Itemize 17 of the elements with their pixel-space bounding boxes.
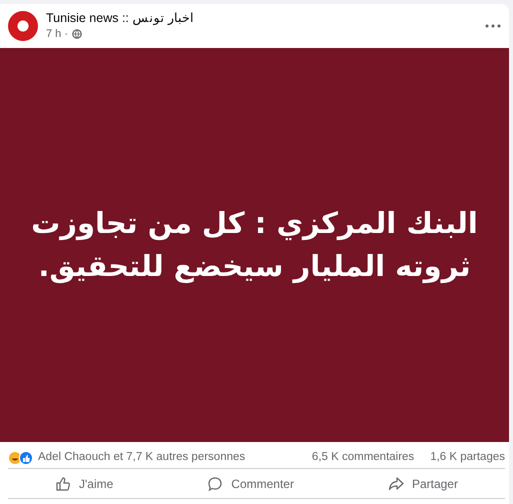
comment-button[interactable]: Commenter (197, 472, 304, 494)
reaction-icons (8, 451, 34, 465)
page-avatar[interactable] (8, 11, 38, 41)
reactions-summary[interactable]: Adel Chaouch et 7,7 K autres personnes (38, 449, 312, 467)
comments-count[interactable]: 6,5 K commentaires (312, 449, 414, 467)
globe-icon (72, 29, 82, 39)
image-caption-line: ثروته المليار سيخضع للتحقيق. (37, 248, 472, 286)
post-time[interactable]: 7 h · (46, 26, 68, 42)
like-icon (54, 476, 71, 492)
comment-icon (207, 476, 224, 492)
shares-count[interactable]: 1,6 K partages (430, 449, 505, 467)
share-icon (388, 476, 404, 492)
like-button[interactable]: J'aime (44, 472, 124, 494)
image-caption-line: البنك المركزي : كل من تجاوزت (31, 205, 478, 242)
more-options-icon[interactable] (485, 24, 501, 28)
share-button[interactable]: Partager (378, 472, 468, 494)
author-name[interactable]: Tunisie news :: اخبار تونس (46, 10, 477, 26)
